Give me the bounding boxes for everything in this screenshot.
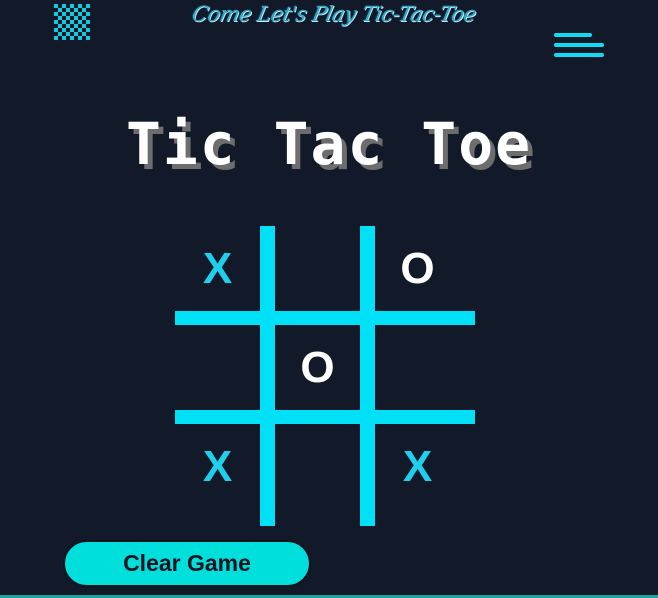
tagline: Come Let's Play Tic-Tac-Toe — [189, 2, 479, 26]
board-cell-8[interactable] — [275, 424, 360, 509]
board-cell-1[interactable]: X — [175, 226, 260, 311]
hamburger-menu-icon[interactable] — [554, 33, 606, 61]
grid-line — [175, 311, 475, 325]
menu-line — [554, 43, 604, 47]
menu-line — [554, 33, 592, 37]
page-title: Tic Tac Toe — [125, 110, 533, 178]
board-cell-6[interactable] — [375, 325, 460, 410]
clear-game-button[interactable]: Clear Game — [63, 540, 311, 587]
game-board: X O O X X — [175, 226, 475, 526]
board-cell-9[interactable]: X — [375, 424, 460, 509]
grid-line — [175, 410, 475, 424]
grid-line — [360, 226, 375, 526]
board-cell-4[interactable] — [175, 325, 260, 410]
menu-line — [554, 53, 604, 57]
board-cell-5[interactable]: O — [275, 325, 360, 410]
board-cell-2[interactable] — [275, 226, 360, 311]
game-page: Come Let's Play Tic-Tac-Toe Tic Tac Toe … — [0, 0, 658, 598]
grid-line — [260, 226, 275, 526]
board-cell-3[interactable]: O — [375, 226, 460, 311]
board-cell-7[interactable]: X — [175, 424, 260, 509]
